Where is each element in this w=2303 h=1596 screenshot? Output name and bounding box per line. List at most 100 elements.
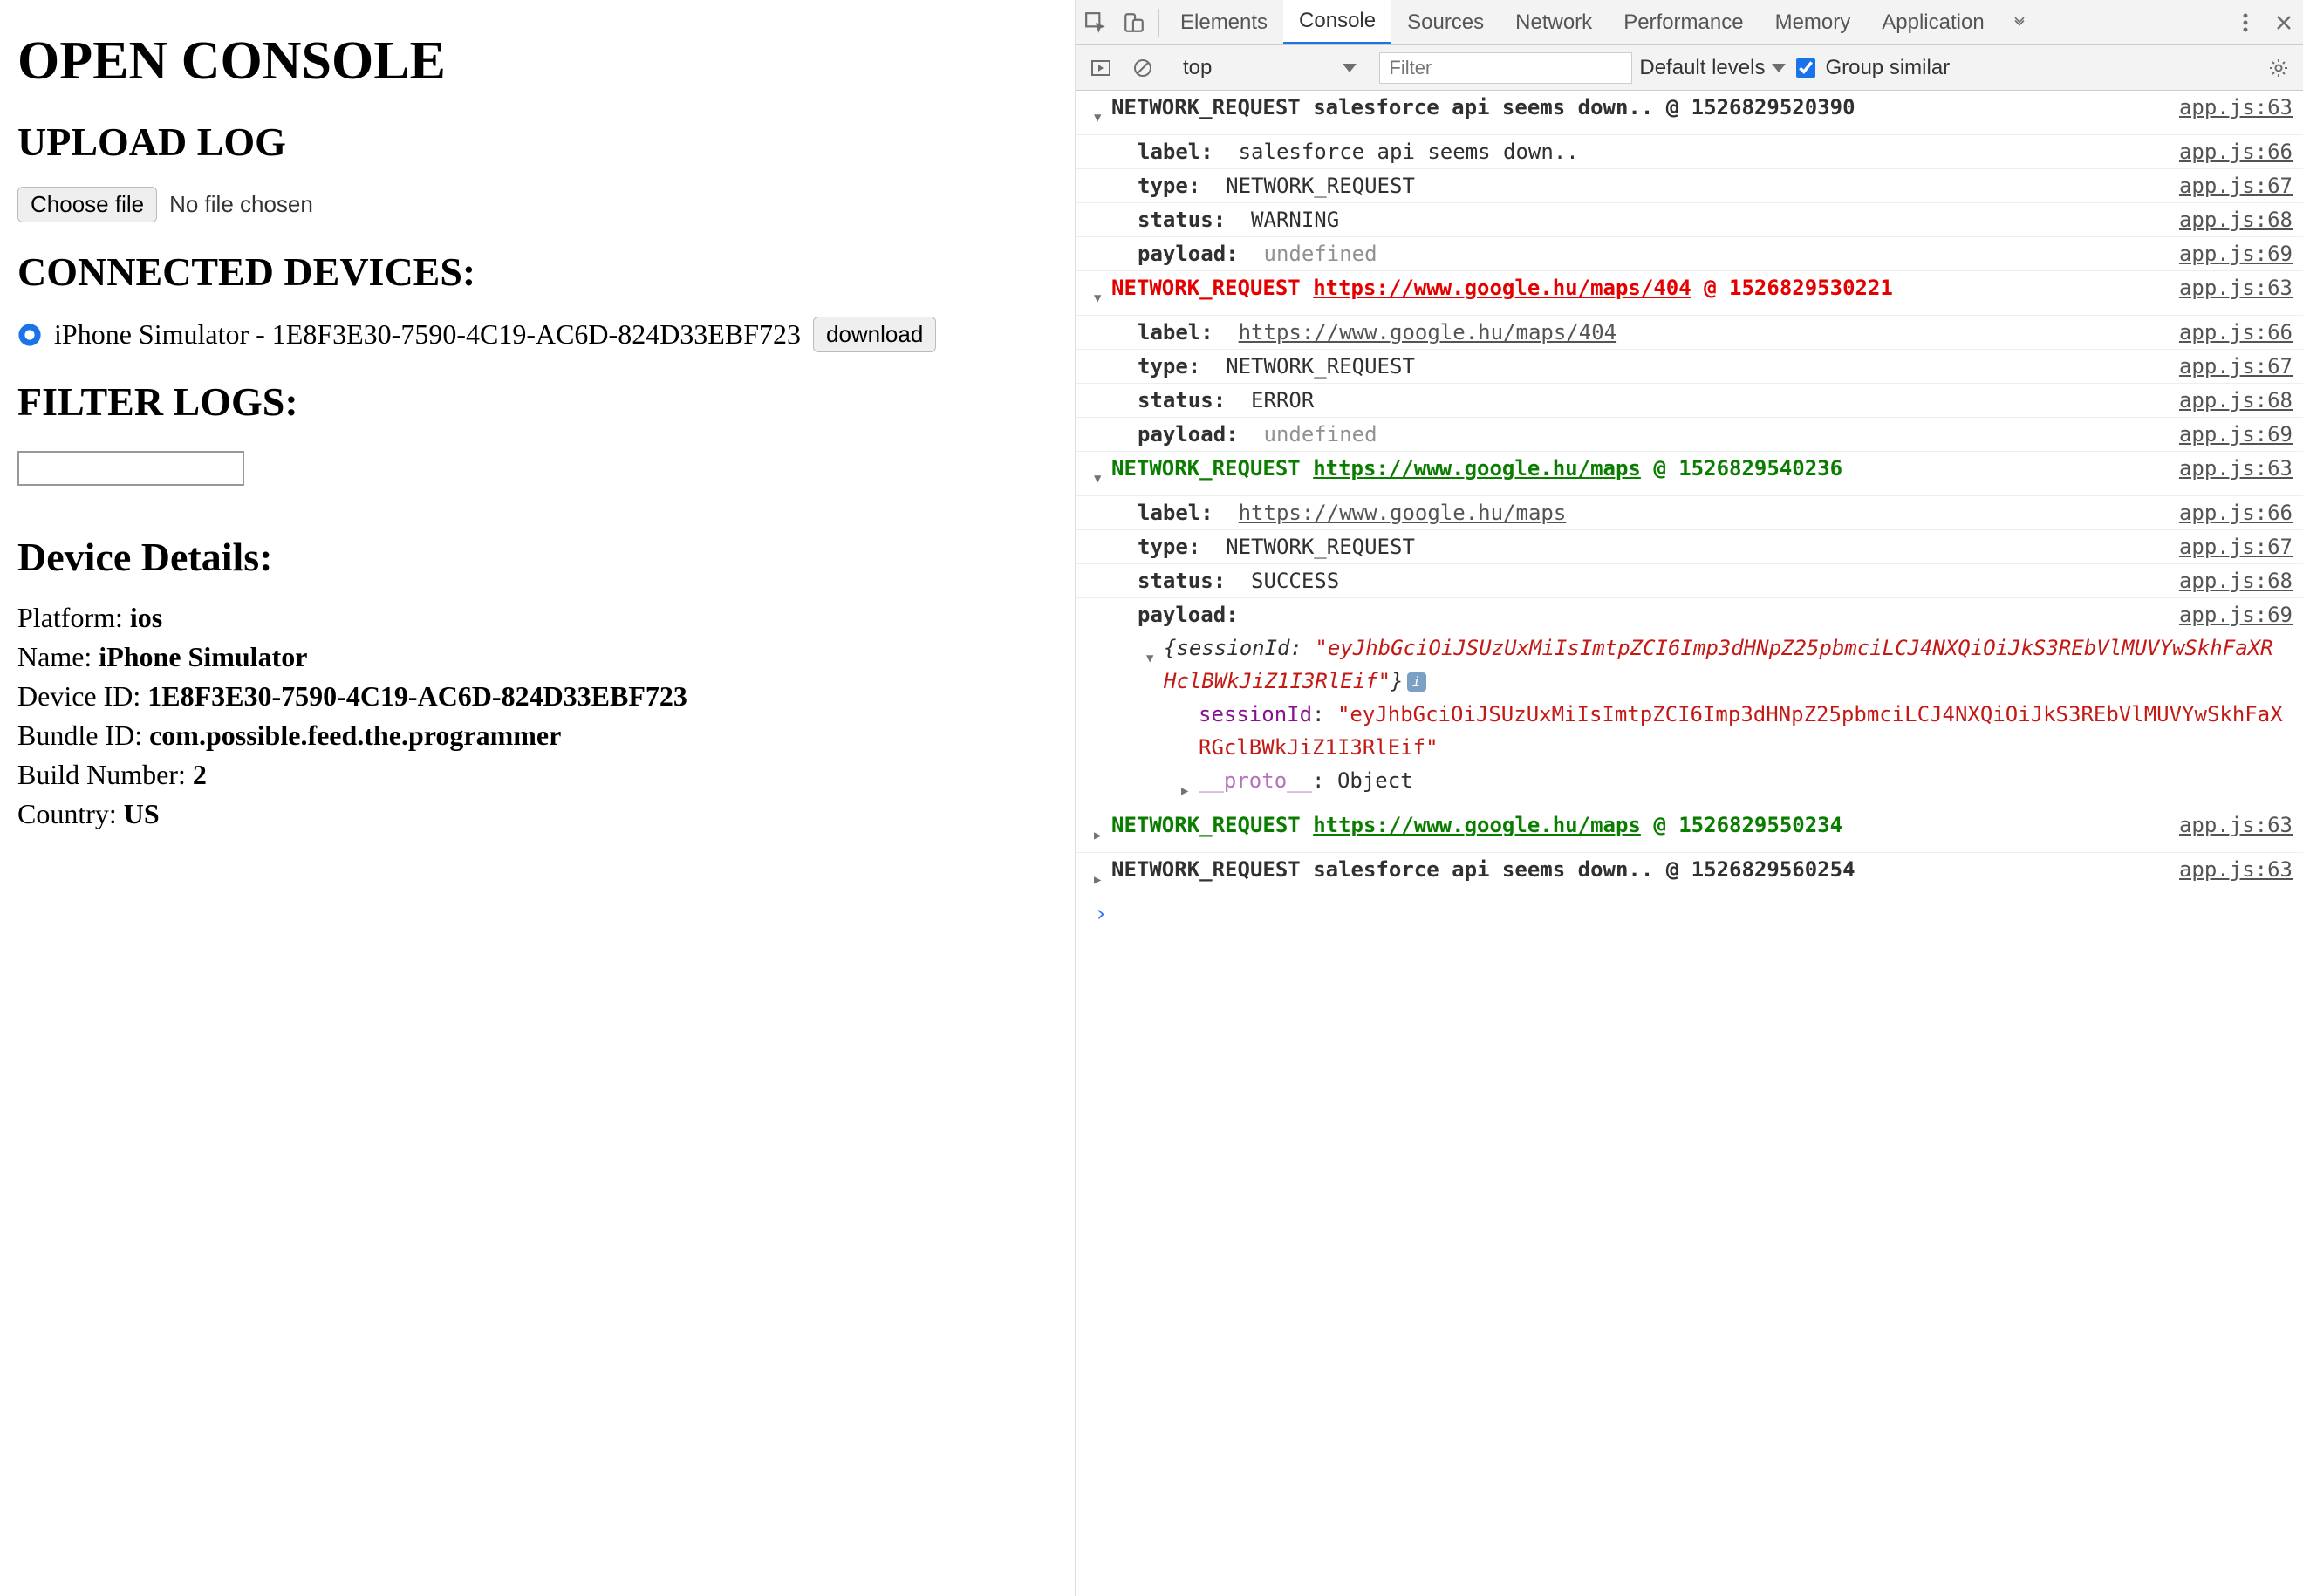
filter-logs-heading: FILTER LOGS: <box>17 379 1057 425</box>
colon: : <box>1312 702 1337 726</box>
disclosure-triangle-icon[interactable] <box>1094 278 1111 315</box>
log-group-header[interactable]: NETWORK_REQUEST https://www.google.hu/ma… <box>1076 271 2303 316</box>
console-filter-input[interactable] <box>1379 52 1632 84</box>
tab-console[interactable]: Console <box>1283 0 1391 44</box>
log-value: ERROR <box>1226 388 1314 413</box>
disclosure-triangle-icon[interactable] <box>1146 638 1164 675</box>
disclosure-triangle-icon[interactable] <box>1094 860 1111 897</box>
detail-build: Build Number: 2 <box>17 759 1057 791</box>
brace: } <box>1391 669 1403 693</box>
log-value: WARNING <box>1226 208 1339 232</box>
log-url[interactable]: https://www.google.hu/maps <box>1313 813 1641 837</box>
colon: : <box>1290 636 1316 660</box>
source-link[interactable]: app.js:68 <box>2179 203 2293 236</box>
source-link[interactable]: app.js:63 <box>2179 808 2293 842</box>
app-pane: OPEN CONSOLE UPLOAD LOG Choose file No f… <box>0 0 1076 1596</box>
info-icon[interactable]: i <box>1407 672 1426 692</box>
log-group-header[interactable]: NETWORK_REQUEST salesforce api seems dow… <box>1076 91 2303 135</box>
log-timestamp: @ 1526829530221 <box>1691 276 1893 300</box>
detail-build-label: Build Number: <box>17 759 193 790</box>
detail-build-value: 2 <box>193 759 207 790</box>
source-link[interactable]: app.js:63 <box>2179 853 2293 886</box>
log-group-header[interactable]: NETWORK_REQUEST https://www.google.hu/ma… <box>1076 808 2303 853</box>
object-proto-row[interactable]: __proto__: Object <box>1076 764 2303 808</box>
log-prefix: NETWORK_REQUEST <box>1111 95 1313 119</box>
source-link[interactable]: app.js:69 <box>2179 598 2293 631</box>
choose-file-button[interactable]: Choose file <box>17 187 157 222</box>
console-settings-icon[interactable] <box>2261 51 2296 85</box>
log-group-header[interactable]: NETWORK_REQUEST https://www.google.hu/ma… <box>1076 452 2303 496</box>
detail-country-value: US <box>124 798 160 829</box>
brace: { <box>1164 636 1176 660</box>
log-key: status: <box>1138 388 1226 413</box>
filter-logs-input[interactable] <box>17 451 244 486</box>
log-timestamp: @ 1526829550234 <box>1641 813 1842 837</box>
detail-bundleid: Bundle ID: com.possible.feed.the.program… <box>17 720 1057 752</box>
detail-name-label: Name: <box>17 641 99 672</box>
property-value-string: "eyJhbGciOiJSUzUxMiIsImtpZCI6Imp3dHNpZ25… <box>1199 702 2283 760</box>
tab-network[interactable]: Network <box>1500 0 1608 44</box>
log-levels-select[interactable]: Default levels <box>1639 56 1786 80</box>
log-row: payload: undefined app.js:69 <box>1076 418 2303 452</box>
log-url[interactable]: https://www.google.hu/maps/404 <box>1239 320 1616 344</box>
inspect-element-icon[interactable] <box>1076 3 1115 42</box>
source-link[interactable]: app.js:67 <box>2179 530 2293 563</box>
detail-country: Country: US <box>17 798 1057 830</box>
source-link[interactable]: app.js:66 <box>2179 496 2293 529</box>
detail-platform-label: Platform: <box>17 602 130 633</box>
log-prefix: NETWORK_REQUEST <box>1111 813 1313 837</box>
log-url[interactable]: https://www.google.hu/maps <box>1239 501 1567 525</box>
detail-name-value: iPhone Simulator <box>99 641 307 672</box>
source-link[interactable]: app.js:67 <box>2179 350 2293 383</box>
detail-deviceid-label: Device ID: <box>17 680 147 712</box>
detail-platform: Platform: ios <box>17 602 1057 634</box>
disclosure-triangle-icon[interactable] <box>1181 771 1199 808</box>
tab-application[interactable]: Application <box>1866 0 1999 44</box>
no-file-label: No file chosen <box>169 191 313 218</box>
kebab-menu-icon[interactable] <box>2226 3 2265 42</box>
source-link[interactable]: app.js:66 <box>2179 316 2293 349</box>
download-button[interactable]: download <box>813 317 936 352</box>
detail-bundleid-value: com.possible.feed.the.programmer <box>149 720 561 751</box>
tab-memory[interactable]: Memory <box>1760 0 1867 44</box>
clear-console-icon[interactable] <box>1125 51 1160 85</box>
log-row: payload: undefined app.js:69 <box>1076 237 2303 271</box>
detail-deviceid: Device ID: 1E8F3E30-7590-4C19-AC6D-824D3… <box>17 680 1057 713</box>
connected-devices-heading: CONNECTED DEVICES: <box>17 249 1057 295</box>
more-tabs-icon[interactable] <box>2000 3 2039 42</box>
tab-elements[interactable]: Elements <box>1165 0 1283 44</box>
devtools-tab-strip: Elements Console Sources Network Perform… <box>1076 0 2303 45</box>
log-url[interactable]: https://www.google.hu/maps/404 <box>1313 276 1691 300</box>
console-body: NETWORK_REQUEST salesforce api seems dow… <box>1076 91 2303 1596</box>
log-prefix: NETWORK_REQUEST <box>1111 276 1313 300</box>
tab-sources[interactable]: Sources <box>1391 0 1500 44</box>
source-link[interactable]: app.js:63 <box>2179 271 2293 304</box>
source-link[interactable]: app.js:67 <box>2179 169 2293 202</box>
source-link[interactable]: app.js:66 <box>2179 135 2293 168</box>
log-value: salesforce api seems down.. <box>1213 140 1579 164</box>
toggle-sidebar-icon[interactable] <box>1083 51 1118 85</box>
tab-performance[interactable]: Performance <box>1608 0 1759 44</box>
context-select[interactable]: top <box>1174 56 1365 80</box>
source-link[interactable]: app.js:69 <box>2179 418 2293 451</box>
group-similar-checkbox[interactable] <box>1796 58 1815 78</box>
log-key: label: <box>1138 501 1213 525</box>
source-link[interactable]: app.js:63 <box>2179 452 2293 485</box>
chevron-down-icon <box>1343 64 1357 72</box>
disclosure-triangle-icon[interactable] <box>1094 459 1111 495</box>
source-link[interactable]: app.js:63 <box>2179 91 2293 124</box>
device-toggle-icon[interactable] <box>1115 3 1153 42</box>
object-preview-row[interactable]: {sessionId: "eyJhbGciOiJSUzUxMiIsImtpZCI… <box>1076 631 2303 698</box>
log-url[interactable]: https://www.google.hu/maps <box>1313 456 1641 481</box>
detail-deviceid-value: 1E8F3E30-7590-4C19-AC6D-824D33EBF723 <box>147 680 687 712</box>
upload-row: Choose file No file chosen <box>17 187 1057 222</box>
source-link[interactable]: app.js:68 <box>2179 564 2293 597</box>
log-group-header[interactable]: NETWORK_REQUEST salesforce api seems dow… <box>1076 853 2303 897</box>
console-prompt[interactable]: › <box>1076 897 2303 931</box>
disclosure-triangle-icon[interactable] <box>1094 98 1111 134</box>
disclosure-triangle-icon[interactable] <box>1094 815 1111 852</box>
source-link[interactable]: app.js:69 <box>2179 237 2293 270</box>
source-link[interactable]: app.js:68 <box>2179 384 2293 417</box>
close-devtools-icon[interactable] <box>2265 3 2303 42</box>
radio-selected-icon[interactable] <box>17 323 42 347</box>
